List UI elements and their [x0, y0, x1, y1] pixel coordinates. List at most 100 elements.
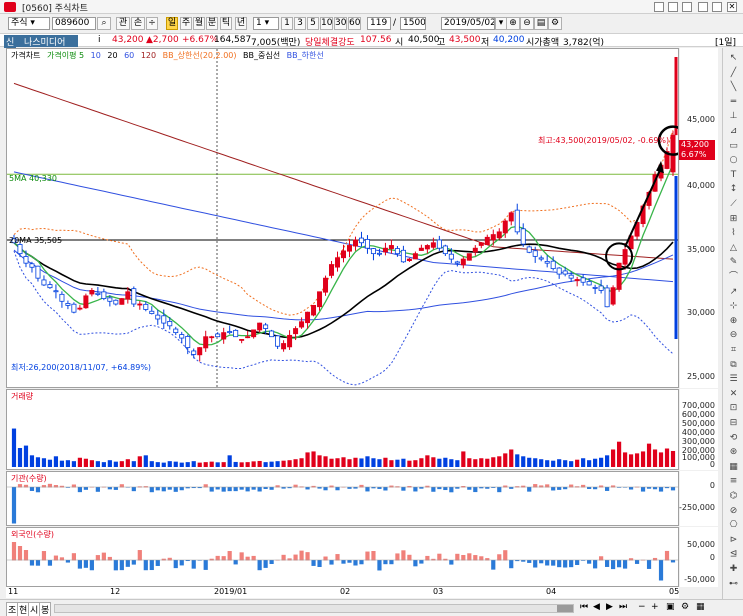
drawing-tool-icon[interactable]: ○ [726, 154, 741, 167]
help-icon[interactable] [682, 2, 692, 12]
drawing-tool-icon[interactable]: ⊷ [726, 578, 741, 591]
foreign-bar [95, 555, 100, 561]
drawing-tool-icon[interactable]: ⊥ [726, 110, 741, 123]
drawing-tool-icon[interactable]: ▭ [726, 140, 741, 153]
drawing-tool-icon[interactable]: ⟲ [726, 432, 741, 445]
high-value: 43,500 [449, 35, 481, 45]
scroll-first-icon[interactable]: ⏮ [580, 602, 588, 612]
drawing-tool-icon[interactable]: ⌗ [726, 344, 741, 357]
institution-pane[interactable]: 기관(수량) [6, 471, 679, 526]
period-year-button[interactable]: 년 [235, 17, 247, 30]
drawing-tool-icon[interactable]: ╲ [726, 81, 741, 94]
drawing-tool-icon[interactable]: ⊳ [726, 534, 741, 547]
minute-1-button[interactable]: 1 [281, 17, 293, 30]
drawing-tool-icon[interactable]: ⟋ [726, 198, 741, 211]
candle-body [460, 258, 466, 266]
link-icon[interactable] [654, 2, 664, 12]
minute-10-button[interactable]: 10 [320, 17, 333, 30]
date-input[interactable]: 2019/05/02 [441, 17, 495, 30]
scroll-last-icon[interactable]: ⏭ [619, 602, 627, 612]
stock-name[interactable]: 나스미디어 [16, 35, 78, 48]
volume-bar [17, 448, 23, 467]
fullscreen-icon[interactable]: ▣ [666, 602, 675, 612]
close-icon[interactable]: ✕ [727, 2, 737, 12]
volume-bar [233, 461, 238, 467]
minute-3-button[interactable]: 3 [294, 17, 306, 30]
drawing-tool-icon[interactable]: ↗ [726, 286, 741, 299]
market-value: 주식 [11, 18, 28, 28]
period-month-button[interactable]: 월 [193, 17, 205, 30]
settings-icon[interactable]: ⚙ [548, 17, 562, 30]
candle-body [329, 264, 335, 276]
drawing-tool-icon[interactable]: ≡ [726, 475, 741, 488]
price-chart-pane[interactable]: 가격차트 가격이평 5 10 20 60 120 BB_상한선(20,2.00)… [6, 48, 715, 388]
foreign-bar [455, 553, 460, 561]
drawing-tool-icon[interactable]: ✕ [726, 388, 741, 401]
scroll-prev-icon[interactable]: ◀ [593, 602, 600, 612]
drawing-tool-icon[interactable]: ⎔ [726, 519, 741, 532]
search-button[interactable]: ⌕ [97, 17, 111, 30]
minimize-icon[interactable] [698, 2, 708, 12]
maximize-icon[interactable] [712, 2, 722, 12]
drawing-tool-icon[interactable]: ⊟ [726, 417, 741, 430]
institution-bar [155, 487, 160, 491]
drawing-tool-icon[interactable]: ⊘ [726, 505, 741, 518]
market-select[interactable]: 주식 ▾ [8, 17, 50, 30]
drawing-tool-icon[interactable]: ⊖ [726, 329, 741, 342]
drawing-tool-icon[interactable]: △ [726, 242, 741, 255]
drawing-tool-icon[interactable]: ↖ [726, 52, 741, 65]
drawing-tool-icon[interactable]: ↕ [726, 183, 741, 196]
drawing-tool-icon[interactable]: ▦ [726, 461, 741, 474]
interval-select[interactable]: 1 ▾ [253, 17, 279, 30]
horizontal-scrollbar[interactable] [54, 604, 574, 613]
foreign-pane[interactable]: 외국인(수량) [6, 527, 679, 587]
price-tick: 45,000 [687, 115, 715, 124]
stock-code-input[interactable]: 089600 [52, 17, 96, 30]
zoom-in-icon[interactable]: ⊕ [506, 17, 520, 30]
candle-body [233, 329, 239, 338]
drawing-tool-icon[interactable]: ⌇ [726, 227, 741, 240]
config-icon[interactable]: ⚙ [681, 602, 689, 612]
drawing-tool-icon[interactable]: ⊡ [726, 402, 741, 415]
compare-button[interactable]: 손 [131, 17, 145, 30]
chart-button[interactable]: 관 [116, 17, 130, 30]
minute-60-button[interactable]: 60 [348, 17, 361, 30]
foreign-bar [401, 550, 406, 561]
period-day-button[interactable]: 일 [166, 17, 178, 30]
drawing-tool-icon[interactable]: ✎ [726, 256, 741, 269]
drawing-tool-icon[interactable]: ⊕ [726, 315, 741, 328]
drawing-tool-icon[interactable]: ⊞ [726, 213, 741, 226]
volume-pane[interactable]: 거래량 [6, 389, 679, 470]
drawing-tool-icon[interactable]: ╱ [726, 67, 741, 80]
stepper-button[interactable]: ÷ [146, 17, 158, 30]
foreign-bar [35, 560, 41, 566]
drawing-tool-icon[interactable]: ⊴ [726, 548, 741, 561]
layout-icon[interactable]: ▦ [696, 602, 705, 612]
period-minute-button[interactable]: 분 [206, 17, 218, 30]
zoom-in-bottom-icon[interactable]: + [651, 602, 659, 612]
info-icon[interactable] [668, 2, 678, 12]
drawing-tool-icon[interactable]: ⊛ [726, 446, 741, 459]
scrollbar-thumb[interactable] [557, 605, 573, 612]
count-input[interactable]: 119 [367, 17, 391, 30]
drawing-tool-icon[interactable]: ☰ [726, 373, 741, 386]
drawing-tool-icon[interactable]: ═ [726, 96, 741, 109]
drawing-tool-icon[interactable]: T [726, 169, 741, 182]
scroll-next-icon[interactable]: ▶ [606, 602, 613, 612]
period-week-button[interactable]: 주 [180, 17, 192, 30]
period-tick-button[interactable]: 틱 [220, 17, 232, 30]
minute-5-button[interactable]: 5 [307, 17, 319, 30]
zoom-out-icon[interactable]: ⊖ [520, 17, 534, 30]
drawing-tool-icon[interactable]: ⊿ [726, 125, 741, 138]
candle-body [574, 279, 580, 282]
drawing-tool-icon[interactable]: ✚ [726, 563, 741, 576]
print-icon[interactable]: ▤ [534, 17, 548, 30]
drawing-tool-icon[interactable]: ⧉ [726, 359, 741, 372]
institution-bar [35, 487, 41, 493]
drawing-tool-icon[interactable]: ⌬ [726, 490, 741, 503]
zoom-out-bottom-icon[interactable]: − [638, 602, 646, 612]
minute-30-button[interactable]: 30 [334, 17, 347, 30]
bottom-tab[interactable]: 봉 [39, 602, 52, 616]
drawing-tool-icon[interactable]: ⌒ [726, 271, 741, 284]
drawing-tool-icon[interactable]: ⊹ [726, 300, 741, 313]
